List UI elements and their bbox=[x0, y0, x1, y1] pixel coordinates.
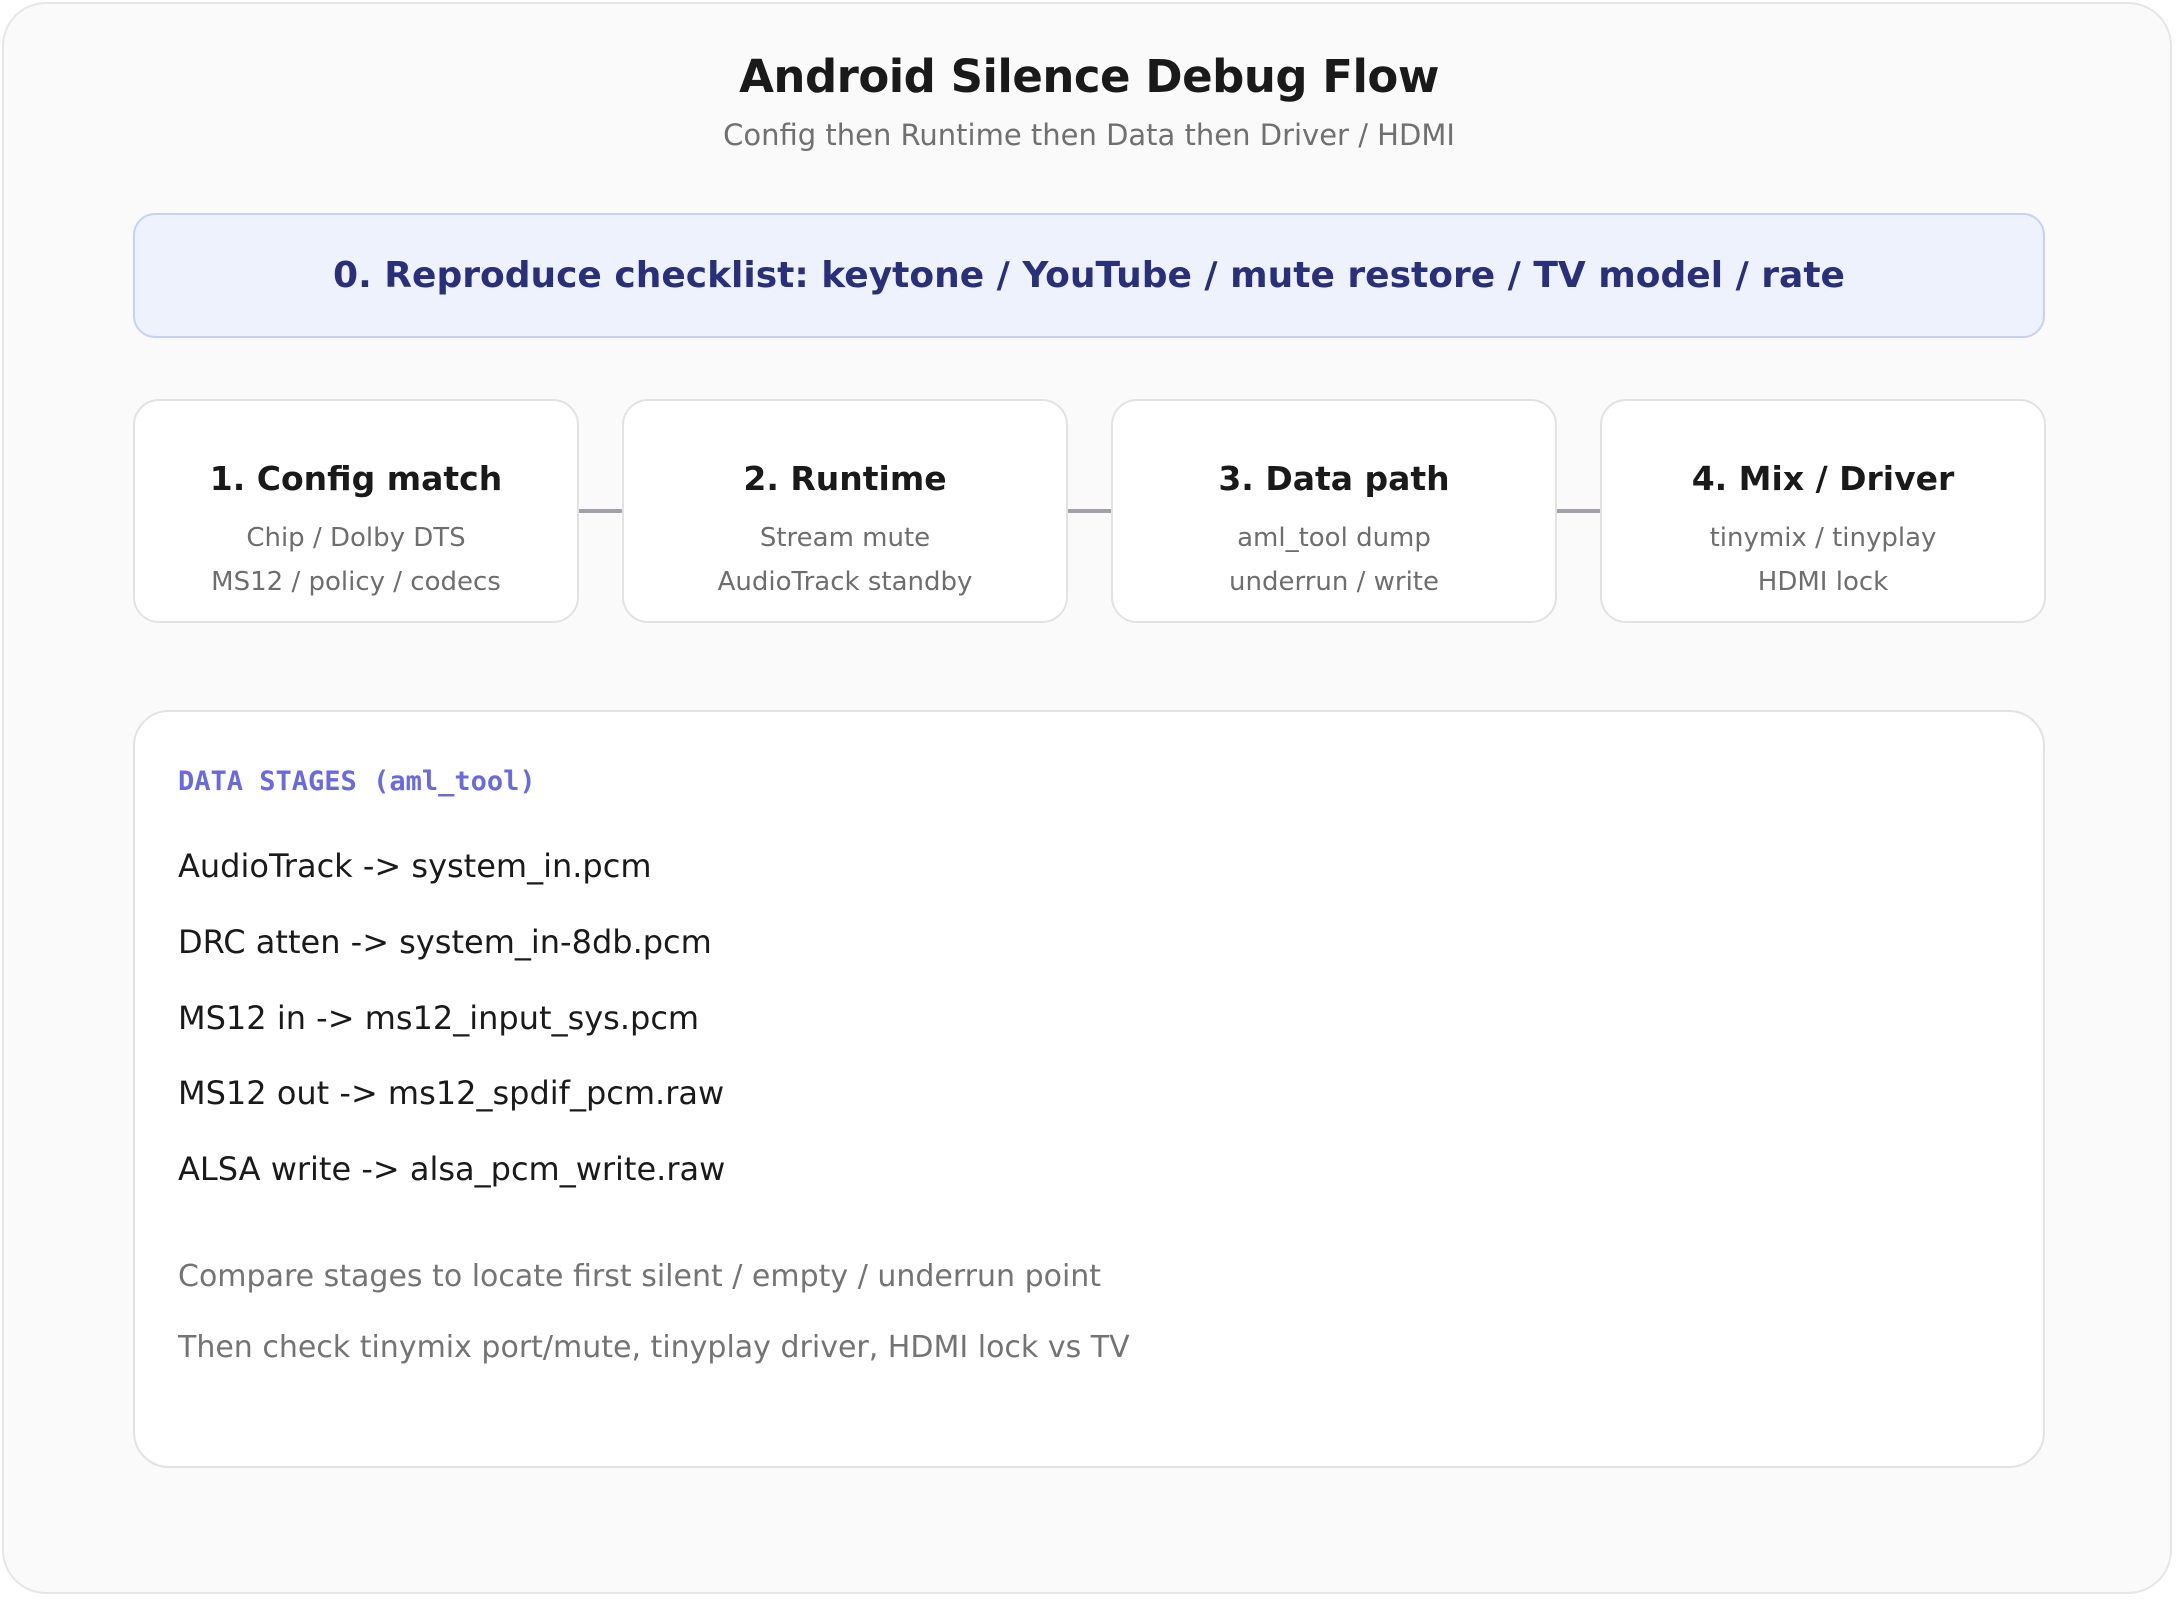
connector-2-3 bbox=[1066, 509, 1113, 513]
data-stage-item: ALSA write -> alsa_pcm_write.raw bbox=[178, 1150, 726, 1188]
reproduce-checklist-text: 0. Reproduce checklist: keytone / YouTub… bbox=[333, 255, 1845, 296]
diagram-subtitle: Config then Runtime then Data then Drive… bbox=[723, 118, 1455, 152]
step-detail: AudioTrack standby bbox=[717, 567, 973, 597]
step-runtime: 2. Runtime Stream mute AudioTrack standb… bbox=[622, 399, 1068, 623]
data-stages-heading: DATA STAGES (aml_tool) bbox=[178, 766, 536, 797]
data-stage-item: DRC atten -> system_in-8db.pcm bbox=[178, 923, 712, 961]
step-detail: Chip / Dolby DTS bbox=[246, 523, 466, 553]
step-detail: MS12 / policy / codecs bbox=[211, 567, 501, 597]
data-stage-item: AudioTrack -> system_in.pcm bbox=[178, 847, 652, 885]
step-data-path: 3. Data path aml_tool dump underrun / wr… bbox=[1111, 399, 1557, 623]
step-detail: aml_tool dump bbox=[1237, 523, 1431, 553]
step-detail: tinymix / tinyplay bbox=[1709, 523, 1937, 553]
step-detail: HDMI lock bbox=[1757, 567, 1889, 597]
step-detail: underrun / write bbox=[1229, 567, 1439, 597]
step-detail: Stream mute bbox=[759, 523, 931, 553]
reproduce-checklist-banner: 0. Reproduce checklist: keytone / YouTub… bbox=[133, 213, 2045, 338]
diagram-title: Android Silence Debug Flow bbox=[739, 50, 1439, 103]
step-title: 3. Data path bbox=[1218, 459, 1450, 498]
data-stage-item: MS12 out -> ms12_spdif_pcm.raw bbox=[178, 1074, 725, 1112]
data-stages-panel: DATA STAGES (aml_tool) AudioTrack -> sys… bbox=[133, 710, 2045, 1468]
step-title: 4. Mix / Driver bbox=[1691, 459, 1955, 498]
step-mix-driver: 4. Mix / Driver tinymix / tinyplay HDMI … bbox=[1600, 399, 2046, 623]
connector-1-2 bbox=[577, 509, 624, 513]
panel-note: Then check tinymix port/mute, tinyplay d… bbox=[178, 1330, 1130, 1365]
step-title: 2. Runtime bbox=[743, 459, 947, 498]
step-title: 1. Config match bbox=[209, 459, 503, 498]
data-stage-item: MS12 in -> ms12_input_sys.pcm bbox=[178, 999, 700, 1037]
connector-3-4 bbox=[1555, 509, 1602, 513]
step-config-match: 1. Config match Chip / Dolby DTS MS12 / … bbox=[133, 399, 579, 623]
panel-note: Compare stages to locate first silent / … bbox=[178, 1259, 1102, 1294]
